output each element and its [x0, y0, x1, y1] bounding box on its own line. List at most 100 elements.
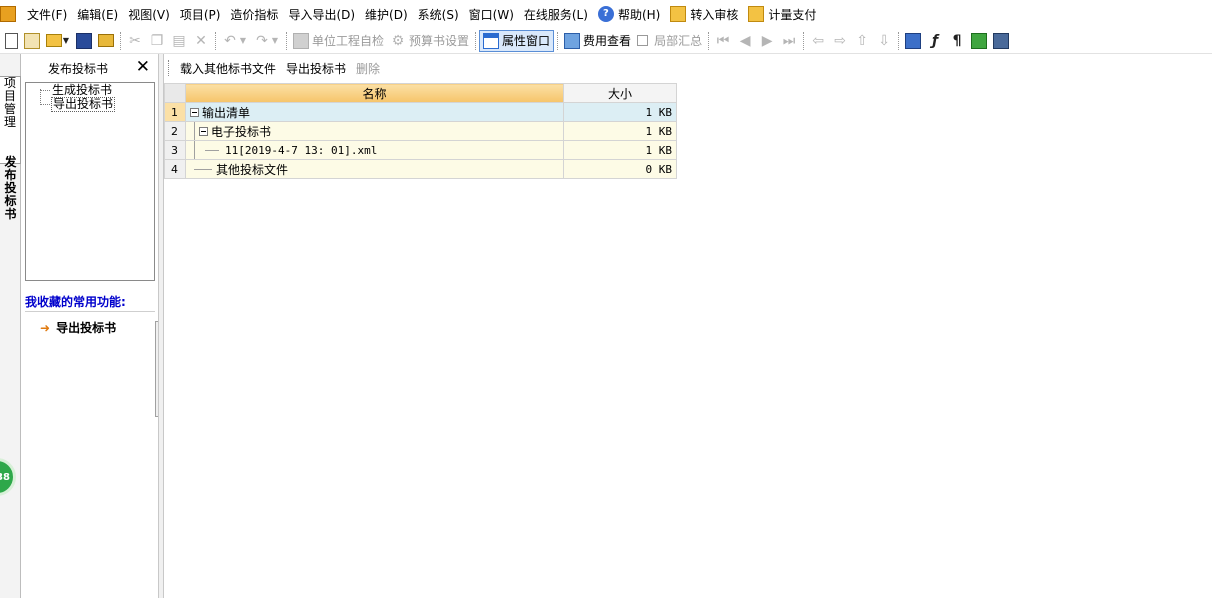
menu-system[interactable]: 系统(S)	[413, 0, 464, 28]
menu-cost-index[interactable]: 造价指标	[225, 0, 283, 28]
copy-button[interactable]: ❐	[146, 30, 168, 52]
chevron-down-icon: ▼	[271, 35, 279, 45]
menu-view[interactable]: 视图(V)	[123, 0, 175, 28]
window-icon	[483, 32, 500, 49]
collapse-icon[interactable]	[190, 107, 199, 117]
row-number-header	[164, 83, 186, 103]
new-file-button[interactable]	[2, 30, 21, 52]
load-other-bid-button[interactable]: 载入其他标书文件	[175, 60, 281, 77]
table-row[interactable]: 4 其他投标文件 0 KB	[164, 159, 677, 179]
last-button[interactable]: ⏭	[778, 30, 800, 52]
favorite-item-export-bid[interactable]: ➜ 导出投标书	[40, 319, 116, 336]
menu-help[interactable]: ? 帮助(H)	[593, 0, 665, 28]
cut-button[interactable]: ✂	[124, 30, 146, 52]
tree-connector	[40, 90, 50, 91]
app-logo-icon	[0, 6, 16, 22]
tree-connector	[194, 168, 212, 170]
arrow-up-icon: ⇧	[856, 32, 868, 49]
tree-connector	[194, 122, 195, 140]
cube-button[interactable]	[968, 30, 990, 52]
paste-icon: ▤	[172, 32, 186, 49]
paragraph-button[interactable]: ¶	[946, 30, 968, 52]
menu-window[interactable]: 窗口(W)	[464, 0, 519, 28]
toolbar-separator	[803, 31, 805, 50]
name-cell[interactable]: 11[2019-4-7 13: 01].xml	[185, 140, 564, 160]
row-name: 输出清单	[202, 105, 251, 120]
partial-summary-toggle[interactable]: 局部汇总	[634, 30, 705, 52]
move-down-button[interactable]: ⇩	[873, 30, 895, 52]
unit-check-button[interactable]: 单位工程自检	[290, 30, 387, 52]
redo-button[interactable]: ↷ ▼	[251, 30, 283, 52]
table-row[interactable]: 2 电子投标书 1 KB	[164, 121, 677, 141]
tab-project-manage[interactable]: 项 目 管 理	[0, 76, 21, 164]
menu-online-service[interactable]: 在线服务(L)	[519, 0, 593, 28]
name-cell[interactable]: 输出清单	[185, 102, 564, 122]
delete-button[interactable]: ✕	[190, 30, 212, 52]
close-icon[interactable]: ✕	[136, 58, 150, 76]
size-cell: 0 KB	[563, 159, 677, 179]
gear-icon: ⚙	[391, 32, 405, 49]
menu-measure-payment-label: 计量支付	[768, 7, 817, 22]
table-row[interactable]: 1 输出清单 1 KB	[164, 102, 677, 122]
save-icon	[76, 32, 92, 49]
row-number: 2	[164, 121, 186, 141]
menu-maintain[interactable]: 维护(D)	[360, 0, 413, 28]
move-right-button[interactable]: ⇨	[829, 30, 851, 52]
menu-measure-payment[interactable]: 计量支付	[743, 0, 821, 28]
tree-item-export-bid[interactable]: 导出投标书	[51, 97, 116, 112]
name-cell[interactable]: 电子投标书	[185, 121, 564, 141]
collapse-icon[interactable]	[199, 126, 208, 136]
floating-assistant-ball[interactable]: 38	[0, 458, 16, 496]
unit-check-icon	[293, 32, 309, 49]
paste-button[interactable]: ▤	[168, 30, 190, 52]
calculator-icon	[905, 32, 922, 49]
undo-button[interactable]: ↶ ▼	[219, 30, 251, 52]
print-button[interactable]	[990, 30, 1012, 52]
next-button[interactable]: ▶	[756, 30, 778, 52]
menu-project[interactable]: 项目(P)	[175, 0, 226, 28]
column-header-name[interactable]: 名称	[185, 83, 564, 103]
review-icon	[670, 6, 687, 22]
tab-publish-bid[interactable]: 发 布 投 标 书	[0, 156, 21, 236]
property-window-label: 属性窗口	[502, 34, 551, 48]
property-window-button[interactable]: 属性窗口	[479, 29, 555, 52]
row-name: 11[2019-4-7 13: 01].xml	[225, 143, 378, 157]
tree-connector	[205, 149, 219, 151]
save-button[interactable]	[73, 30, 95, 52]
table-row[interactable]: 3 11[2019-4-7 13: 01].xml 1 KB	[164, 140, 677, 160]
budget-settings-button[interactable]: ⚙ 预算书设置	[387, 30, 472, 52]
menu-transfer-review[interactable]: 转入审核	[665, 0, 743, 28]
delete-file-button[interactable]: 删除	[351, 60, 385, 77]
menu-edit[interactable]: 编辑(E)	[72, 0, 123, 28]
calculator-button[interactable]	[902, 30, 924, 52]
formula-button[interactable]: ƒ	[924, 30, 946, 52]
save-all-button[interactable]	[95, 30, 117, 52]
tree-connector	[40, 89, 41, 105]
arrow-right-icon: ➜	[40, 320, 51, 335]
menu-import-export[interactable]: 导入导出(D)	[283, 0, 360, 28]
toolbar-separator	[286, 31, 287, 50]
toolbar-grip[interactable]	[168, 60, 171, 76]
print-icon	[993, 32, 1010, 49]
first-button[interactable]: ⏮	[712, 30, 734, 52]
prev-button[interactable]: ◀	[734, 30, 756, 52]
export-bid-button[interactable]: 导出投标书	[281, 60, 351, 77]
move-left-button[interactable]: ⇦	[807, 30, 829, 52]
move-up-button[interactable]: ⇧	[851, 30, 873, 52]
size-cell: 1 KB	[563, 121, 677, 141]
checkbox-icon	[637, 35, 649, 46]
unit-check-label: 单位工程自检	[312, 34, 385, 48]
function-tree: 生成投标书 导出投标书	[25, 82, 155, 281]
delete-icon: ✕	[195, 32, 207, 49]
chevron-down-icon: ▼	[239, 35, 247, 45]
name-cell[interactable]: 其他投标文件	[185, 159, 564, 179]
tree-item-generate-bid[interactable]: 生成投标书	[52, 84, 112, 97]
template-button[interactable]	[21, 30, 43, 52]
menu-file[interactable]: 文件(F)	[22, 0, 72, 28]
arrow-down-icon: ⇩	[878, 32, 890, 49]
paragraph-icon: ¶	[952, 32, 962, 49]
favorite-item-label: 导出投标书	[56, 321, 117, 335]
open-button[interactable]: ▼	[43, 30, 73, 52]
column-header-size[interactable]: 大小	[563, 83, 677, 103]
fee-view-button[interactable]: 费用查看	[561, 30, 634, 52]
